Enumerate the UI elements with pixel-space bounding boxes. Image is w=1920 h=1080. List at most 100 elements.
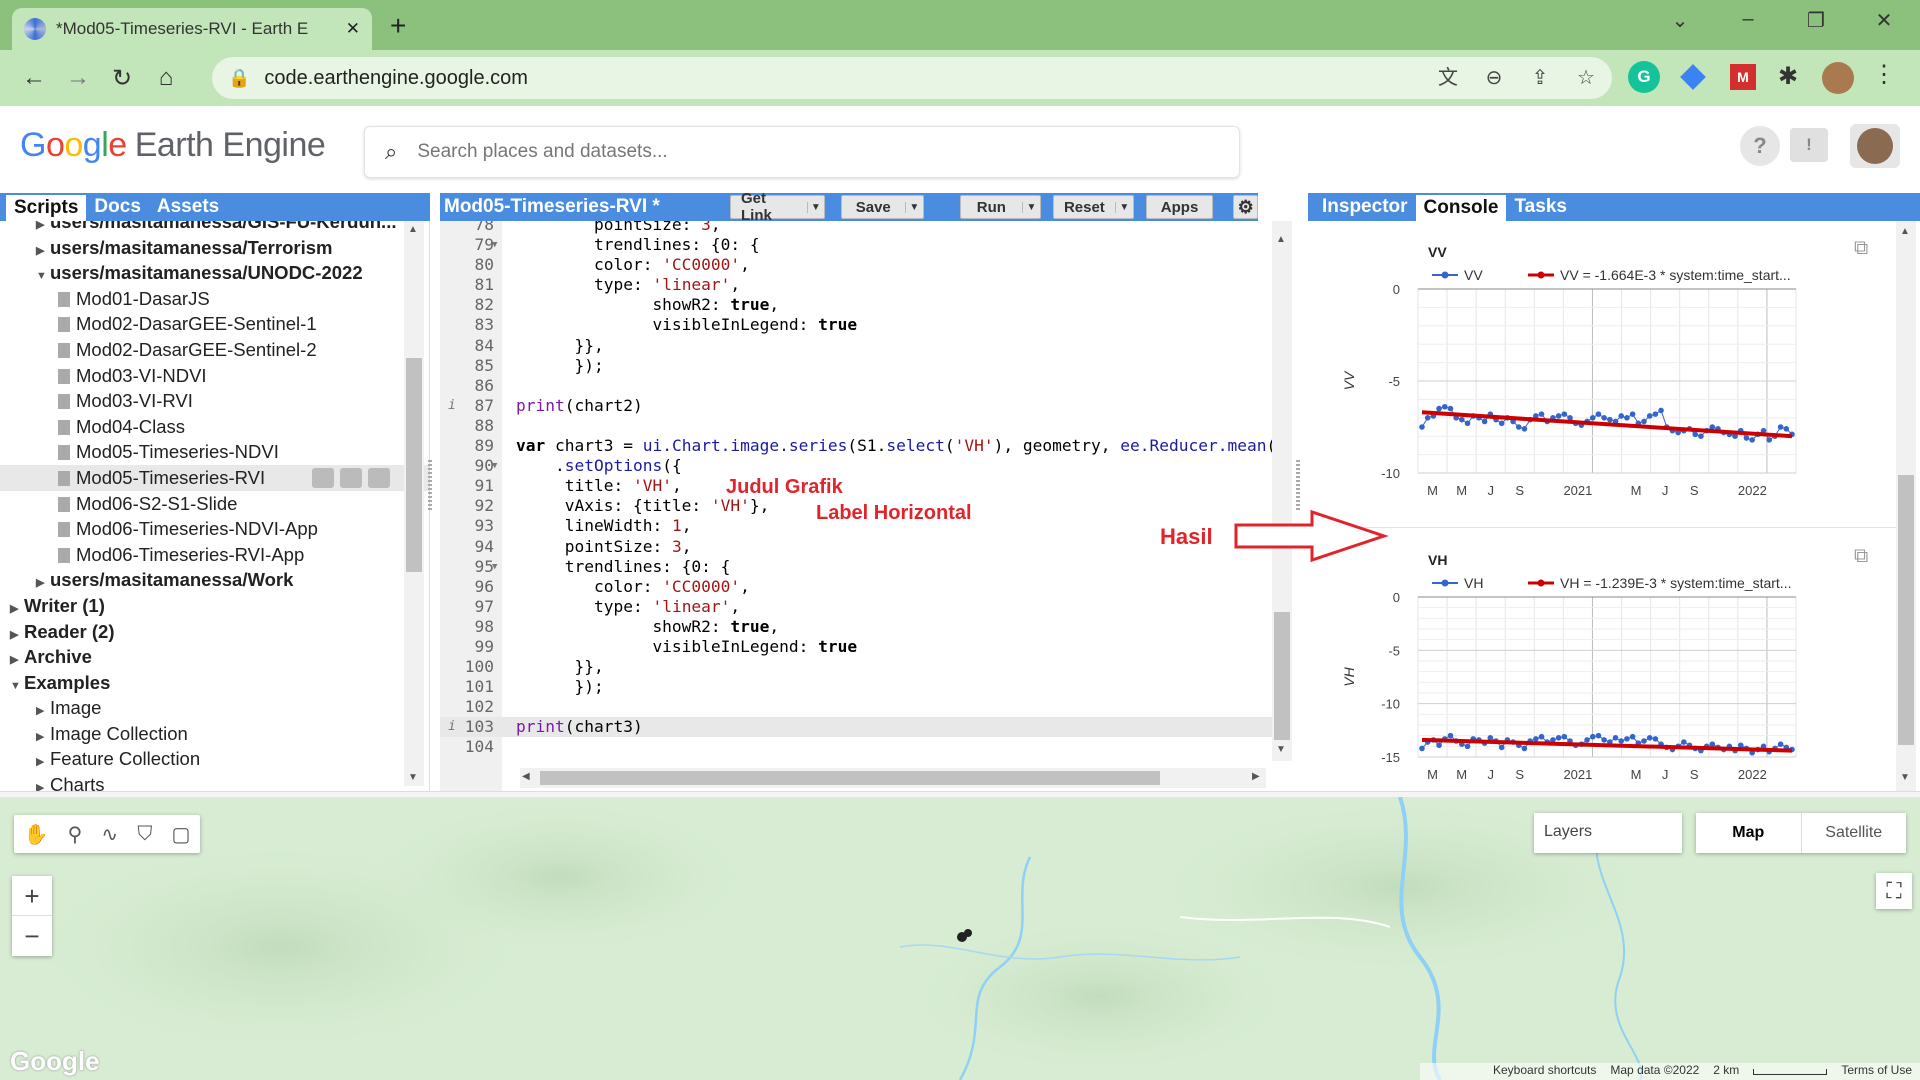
settings-gear-icon[interactable]: ⚙ [1233, 195, 1258, 219]
code-line[interactable]: 90 ▼ .setOptions({ [440, 456, 1274, 476]
folder-item[interactable]: ▶ Archive [0, 644, 429, 670]
code-line[interactable]: 88 [440, 416, 1274, 436]
editor-vertical-scrollbar-thumb[interactable] [1274, 612, 1290, 740]
search-box[interactable]: ⌕ Search places and datasets... [364, 126, 1240, 178]
code-line[interactable]: 84 }}, [440, 336, 1274, 356]
reset-button[interactable]: Reset ▼ [1052, 195, 1134, 219]
draw-rectangle-icon[interactable]: ▢ [171, 822, 190, 847]
account-avatar[interactable] [1850, 124, 1900, 168]
popout-chart-icon[interactable]: ⧉ [1854, 237, 1868, 260]
code-line[interactable]: 78 pointSize: 3, [440, 221, 1274, 235]
code-line[interactable]: 94 pointSize: 3, [440, 537, 1274, 557]
code-line[interactable]: i 103 print(chart3) [440, 717, 1274, 738]
popout-chart-icon[interactable]: ⧉ [1854, 545, 1868, 568]
script-file-item[interactable]: Mod05-Timeseries-RVI [0, 464, 429, 491]
help-icon[interactable]: ? [1740, 126, 1780, 166]
browser-tab[interactable]: *Mod05-Timeseries-RVI - Earth E ✕ [12, 8, 372, 50]
tab-inspector[interactable]: Inspector [1314, 194, 1416, 220]
zoom-icon[interactable]: ⊖ [1478, 62, 1510, 94]
map-type-satellite[interactable]: Satellite [1802, 813, 1907, 853]
code-line[interactable]: 82 showR2: true, [440, 295, 1274, 315]
close-window-icon[interactable]: ✕ [1864, 8, 1904, 33]
script-file-item[interactable]: Mod06-S2-S1-Slide [0, 491, 429, 517]
scroll-down-icon[interactable]: ▼ [1900, 772, 1910, 783]
scroll-down-icon[interactable]: ▼ [408, 772, 418, 783]
map-type-map[interactable]: Map [1696, 813, 1802, 853]
folder-item[interactable]: ▶ users/masitamanessa/Work [0, 567, 429, 593]
get-link-button[interactable]: Get Link ▼ [730, 190, 825, 224]
save-button[interactable]: Save ▼ [840, 195, 924, 219]
scroll-right-icon[interactable]: ▶ [1252, 771, 1260, 782]
office-extension-icon[interactable]: M [1730, 64, 1756, 90]
folder-item[interactable]: ▶ Charts [0, 772, 429, 791]
folder-item[interactable]: ▶ users/masitamanessa/Terrorism [0, 235, 429, 261]
delete-icon[interactable] [368, 467, 390, 488]
tab-search-icon[interactable]: ⌄ [1660, 8, 1700, 33]
forward-icon[interactable]: → [56, 64, 100, 92]
caret-right-icon[interactable]: ▶ [36, 776, 50, 791]
panel-resize-handle[interactable] [1296, 460, 1300, 510]
script-file-item[interactable]: Mod03-VI-NDVI [0, 363, 429, 389]
script-file-item[interactable]: Mod01-DasarJS [0, 286, 429, 312]
grammarly-extension-icon[interactable]: G [1628, 61, 1660, 93]
script-file-item[interactable]: Mod02-DasarGEE-Sentinel-2 [0, 337, 429, 363]
code-line[interactable]: 98 showR2: true, [440, 617, 1274, 637]
zoom-in-button[interactable]: + [12, 876, 52, 916]
bookmark-star-icon[interactable]: ☆ [1570, 62, 1602, 94]
draw-polygon-icon[interactable]: ⛉ [137, 823, 152, 846]
folder-item[interactable]: ▶ users/masitamanessa/GIS-FU-Kerdun... [0, 221, 429, 235]
new-tab-button[interactable]: + [390, 10, 406, 42]
code-line[interactable]: 101 }); [440, 677, 1274, 697]
apps-button[interactable]: Apps [1145, 195, 1214, 219]
code-line[interactable]: 83 visibleInLegend: true [440, 315, 1274, 335]
keyboard-shortcuts-link[interactable]: Keyboard shortcuts [1493, 1063, 1596, 1080]
zoom-out-button[interactable]: − [12, 916, 52, 956]
script-file-item[interactable]: Mod03-VI-RVI [0, 388, 429, 414]
script-file-item[interactable]: Mod06-Timeseries-RVI-App [0, 542, 429, 568]
chrome-menu-icon[interactable]: ⋮ [1872, 60, 1896, 89]
scroll-left-icon[interactable]: ◀ [522, 771, 530, 782]
folder-item[interactable]: ▼ users/masitamanessa/UNODC-2022 [0, 260, 429, 286]
tab-docs[interactable]: Docs [86, 194, 148, 220]
fullscreen-icon[interactable]: ⛶ [1876, 873, 1912, 909]
code-line[interactable]: 95 ▼ trendlines: {0: { [440, 557, 1274, 577]
minimize-icon[interactable]: – [1728, 8, 1768, 31]
tab-assets[interactable]: Assets [149, 194, 227, 220]
restore-icon[interactable]: ❐ [1796, 8, 1836, 33]
code-line[interactable]: 96 color: 'CC0000', [440, 577, 1274, 597]
code-line[interactable]: 79 ▼ trendlines: {0: { [440, 235, 1274, 255]
extensions-puzzle-icon[interactable]: ✱ [1778, 62, 1798, 91]
scroll-up-icon[interactable]: ▲ [408, 224, 418, 235]
folder-item[interactable]: ▶ Image Collection [0, 721, 429, 747]
scroll-up-icon[interactable]: ▲ [1276, 234, 1286, 245]
edit-icon[interactable] [340, 467, 362, 488]
translate-icon[interactable]: 文 [1432, 62, 1464, 94]
panel-resize-handle[interactable] [428, 460, 432, 510]
scroll-up-icon[interactable]: ▲ [1900, 226, 1910, 237]
folder-item[interactable]: ▶ Image [0, 695, 429, 721]
close-tab-icon[interactable]: ✕ [346, 19, 360, 39]
draw-line-icon[interactable]: ∿ [101, 822, 118, 847]
reload-icon[interactable]: ↻ [100, 64, 144, 93]
tab-console[interactable]: Console [1415, 195, 1507, 221]
code-line[interactable]: 102 [440, 697, 1274, 717]
add-marker-icon[interactable]: ⚲ [68, 822, 83, 847]
code-line[interactable]: 99 visibleInLegend: true [440, 637, 1274, 657]
home-icon[interactable]: ⌂ [144, 64, 188, 92]
profile-avatar[interactable] [1822, 62, 1854, 94]
folder-item[interactable]: ▼ Examples [0, 670, 429, 696]
code-line[interactable]: 80 color: 'CC0000', [440, 255, 1274, 275]
pan-hand-icon[interactable]: ✋ [24, 822, 49, 847]
script-file-item[interactable]: Mod06-Timeseries-NDVI-App [0, 516, 429, 542]
layers-button[interactable]: Layers [1534, 813, 1682, 853]
back-icon[interactable]: ← [12, 64, 56, 92]
code-line[interactable]: 100 }}, [440, 657, 1274, 677]
history-icon[interactable] [312, 467, 334, 488]
feedback-icon[interactable]: ! [1790, 128, 1828, 162]
terms-of-use-link[interactable]: Terms of Use [1841, 1063, 1912, 1080]
tab-tasks[interactable]: Tasks [1506, 194, 1574, 220]
code-line[interactable]: 86 [440, 376, 1274, 396]
code-line[interactable]: i 87 print(chart2) [440, 396, 1274, 416]
code-line[interactable]: 85 }); [440, 356, 1274, 376]
code-line[interactable]: 81 type: 'linear', [440, 275, 1274, 295]
